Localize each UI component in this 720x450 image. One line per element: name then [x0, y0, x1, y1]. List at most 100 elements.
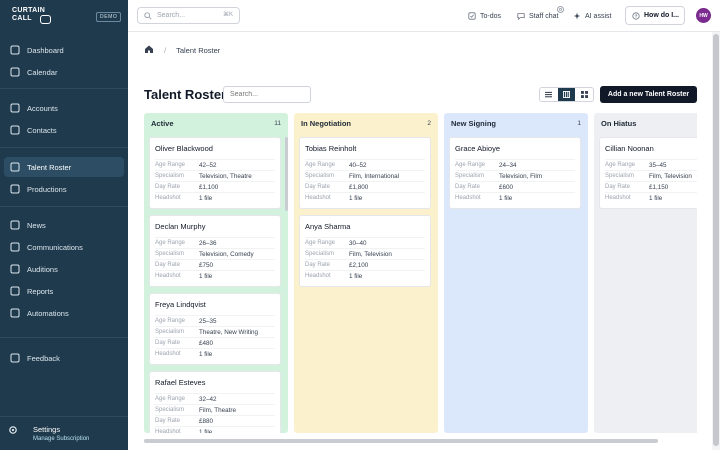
user-avatar[interactable]: HW — [696, 8, 711, 23]
card-field-row: Specialism Television, Film — [455, 170, 575, 181]
talent-icon — [10, 162, 20, 172]
staff-chat-button[interactable]: Staff chat — [517, 9, 558, 23]
board-column-new-signing: New Signing 1 Grace Abioye Age Range 24–34 Sp… — [444, 113, 588, 433]
field-value-headshot[interactable]: 1 file — [199, 195, 212, 202]
sidebar-item-auditions[interactable]: Auditions — [4, 259, 124, 279]
demo-badge: DEMO — [96, 12, 122, 22]
field-value-specialism: Television, Theatre — [199, 172, 252, 180]
card-field-row: Day Rate £600 — [455, 181, 575, 192]
ai-assist-button[interactable]: AI assist — [573, 9, 611, 23]
talent-name: Cillian Noonan — [605, 144, 654, 153]
sidebar-item-label: Dashboard — [27, 45, 64, 55]
contacts-icon — [10, 125, 20, 135]
field-label: Day Rate — [305, 184, 331, 190]
card-field-row: Day Rate £480 — [155, 337, 275, 348]
field-value-headshot[interactable]: 1 file — [199, 429, 212, 434]
main-content: / Talent Roster Talent Roster Add a new … — [128, 32, 712, 450]
sidebar-item-automations[interactable]: Automations — [4, 303, 124, 323]
sidebar-item-dashboard[interactable]: Dashboard — [4, 40, 124, 60]
roster-search-input[interactable] — [223, 86, 311, 103]
field-label: Headshot — [155, 351, 181, 357]
sidebar-item-reports[interactable]: Reports — [4, 281, 124, 301]
talent-name: Tobias Reinholt — [305, 144, 357, 153]
column-scrollbar[interactable] — [285, 137, 288, 211]
settings-button[interactable]: Settings Manage Subscription — [0, 416, 128, 450]
card-field-row: Specialism Theatre, New Writing — [155, 326, 275, 337]
talent-card[interactable]: Anya Sharma Age Range 30–40 Specialism Film,… — [299, 215, 431, 287]
home-icon[interactable] — [144, 44, 154, 56]
add-talent-roster-button[interactable]: Add a new Talent Roster — [600, 86, 697, 103]
field-value-headshot[interactable]: 1 file — [349, 273, 362, 280]
field-label: Day Rate — [605, 184, 631, 190]
card-field-row: Specialism Film, Television — [305, 248, 425, 259]
field-value-specialism: Television, Comedy — [199, 250, 254, 258]
talent-card[interactable]: Oliver Blackwood Age Range 42–52 Specialism… — [149, 137, 281, 209]
logo-line-1: CURTAIN — [12, 7, 46, 14]
sidebar-item-feedback[interactable]: Feedback — [4, 348, 124, 368]
board-column-active: Active 11 Oliver Blackwood Age Range 42–52 Sp… — [144, 113, 288, 433]
card-field-row: Day Rate £880 — [155, 415, 275, 426]
field-label: Specialism — [305, 173, 335, 179]
sidebar-item-label: Feedback — [27, 353, 60, 363]
sidebar: CURTAIN CALL DEMO Dashboard Calendar Accou… — [0, 0, 128, 450]
sidebar-item-talent-roster[interactable]: Talent Roster — [4, 157, 124, 177]
board-view-button[interactable] — [557, 88, 576, 101]
how-do-i-button[interactable]: ? How do I... — [625, 6, 685, 25]
field-value-headshot[interactable]: 1 file — [499, 195, 512, 202]
sidebar-divider — [0, 206, 128, 207]
global-search-input[interactable]: Search... ⌘K — [137, 7, 240, 24]
field-label: Day Rate — [155, 340, 181, 346]
field-value-day-rate: £750 — [199, 261, 214, 269]
todos-button[interactable]: To-dos — [468, 9, 501, 23]
talent-card[interactable]: Rafael Esteves Age Range 32–42 Specialism Fi… — [149, 371, 281, 433]
breadcrumb-current[interactable]: Talent Roster — [176, 46, 220, 55]
card-field-row: Day Rate £750 — [155, 259, 275, 270]
board-horizontal-scrollbar[interactable] — [144, 439, 658, 443]
app-logo[interactable]: CURTAIN CALL — [12, 7, 52, 27]
sidebar-item-label: Reports — [27, 286, 54, 296]
sidebar-item-accounts[interactable]: Accounts — [4, 98, 124, 118]
talent-card[interactable]: Cillian Noonan Age Range 35–45 Specialism Fi… — [599, 137, 697, 209]
talent-card[interactable]: Declan Murphy Age Range 26–36 Specialism Tel… — [149, 215, 281, 287]
field-value-headshot[interactable]: 1 file — [349, 195, 362, 202]
card-field-row: Age Range 35–45 — [605, 159, 697, 170]
column-header[interactable]: On Hiatus — [594, 113, 697, 133]
sidebar-item-label: Productions — [27, 184, 67, 194]
field-value-age-range: 26–36 — [199, 239, 217, 247]
field-value-headshot[interactable]: 1 file — [649, 195, 662, 202]
list-view-button[interactable] — [540, 88, 558, 101]
column-header[interactable]: In Negotiation 2 — [294, 113, 438, 133]
talent-card[interactable]: Tobias Reinholt Age Range 40–52 Specialism F… — [299, 137, 431, 209]
field-value-age-range: 35–45 — [649, 161, 667, 169]
card-field-row: Headshot 1 file — [305, 270, 425, 281]
sidebar-item-news[interactable]: News — [4, 215, 124, 235]
breadcrumb: / Talent Roster — [144, 44, 220, 56]
sidebar-item-contacts[interactable]: Contacts — [4, 120, 124, 140]
sidebar-item-calendar[interactable]: Calendar — [4, 62, 124, 82]
search-shortcut: ⌘K — [222, 12, 233, 18]
checkbox-icon — [468, 12, 476, 20]
manage-subscription-link[interactable]: Manage Subscription — [33, 436, 89, 442]
sidebar-item-productions[interactable]: Productions — [4, 179, 124, 199]
column-header[interactable]: New Signing 1 — [444, 113, 588, 133]
field-value-specialism: Film, International — [349, 172, 400, 180]
field-label: Day Rate — [455, 184, 481, 190]
grid-view-button[interactable] — [575, 88, 593, 101]
sparkle-icon — [573, 12, 581, 20]
sidebar-divider — [0, 88, 128, 89]
page-vertical-scrollbar[interactable] — [712, 32, 720, 450]
card-field-row: Headshot 1 file — [455, 192, 575, 203]
field-value-age-range: 24–34 — [499, 161, 517, 169]
news-icon — [10, 220, 20, 230]
field-value-headshot[interactable]: 1 file — [199, 351, 212, 358]
column-title: On Hiatus — [601, 118, 637, 128]
talent-card[interactable]: Freya Lindqvist Age Range 25–35 Specialism T… — [149, 293, 281, 365]
field-label: Headshot — [455, 195, 481, 201]
talent-card[interactable]: Grace Abioye Age Range 24–34 Specialism Tele… — [449, 137, 581, 209]
sidebar-divider — [0, 337, 128, 338]
sidebar-item-communications[interactable]: Communications — [4, 237, 124, 257]
field-label: Specialism — [155, 173, 185, 179]
column-header[interactable]: Active 11 — [144, 113, 288, 133]
field-label: Day Rate — [155, 184, 181, 190]
field-value-headshot[interactable]: 1 file — [199, 273, 212, 280]
